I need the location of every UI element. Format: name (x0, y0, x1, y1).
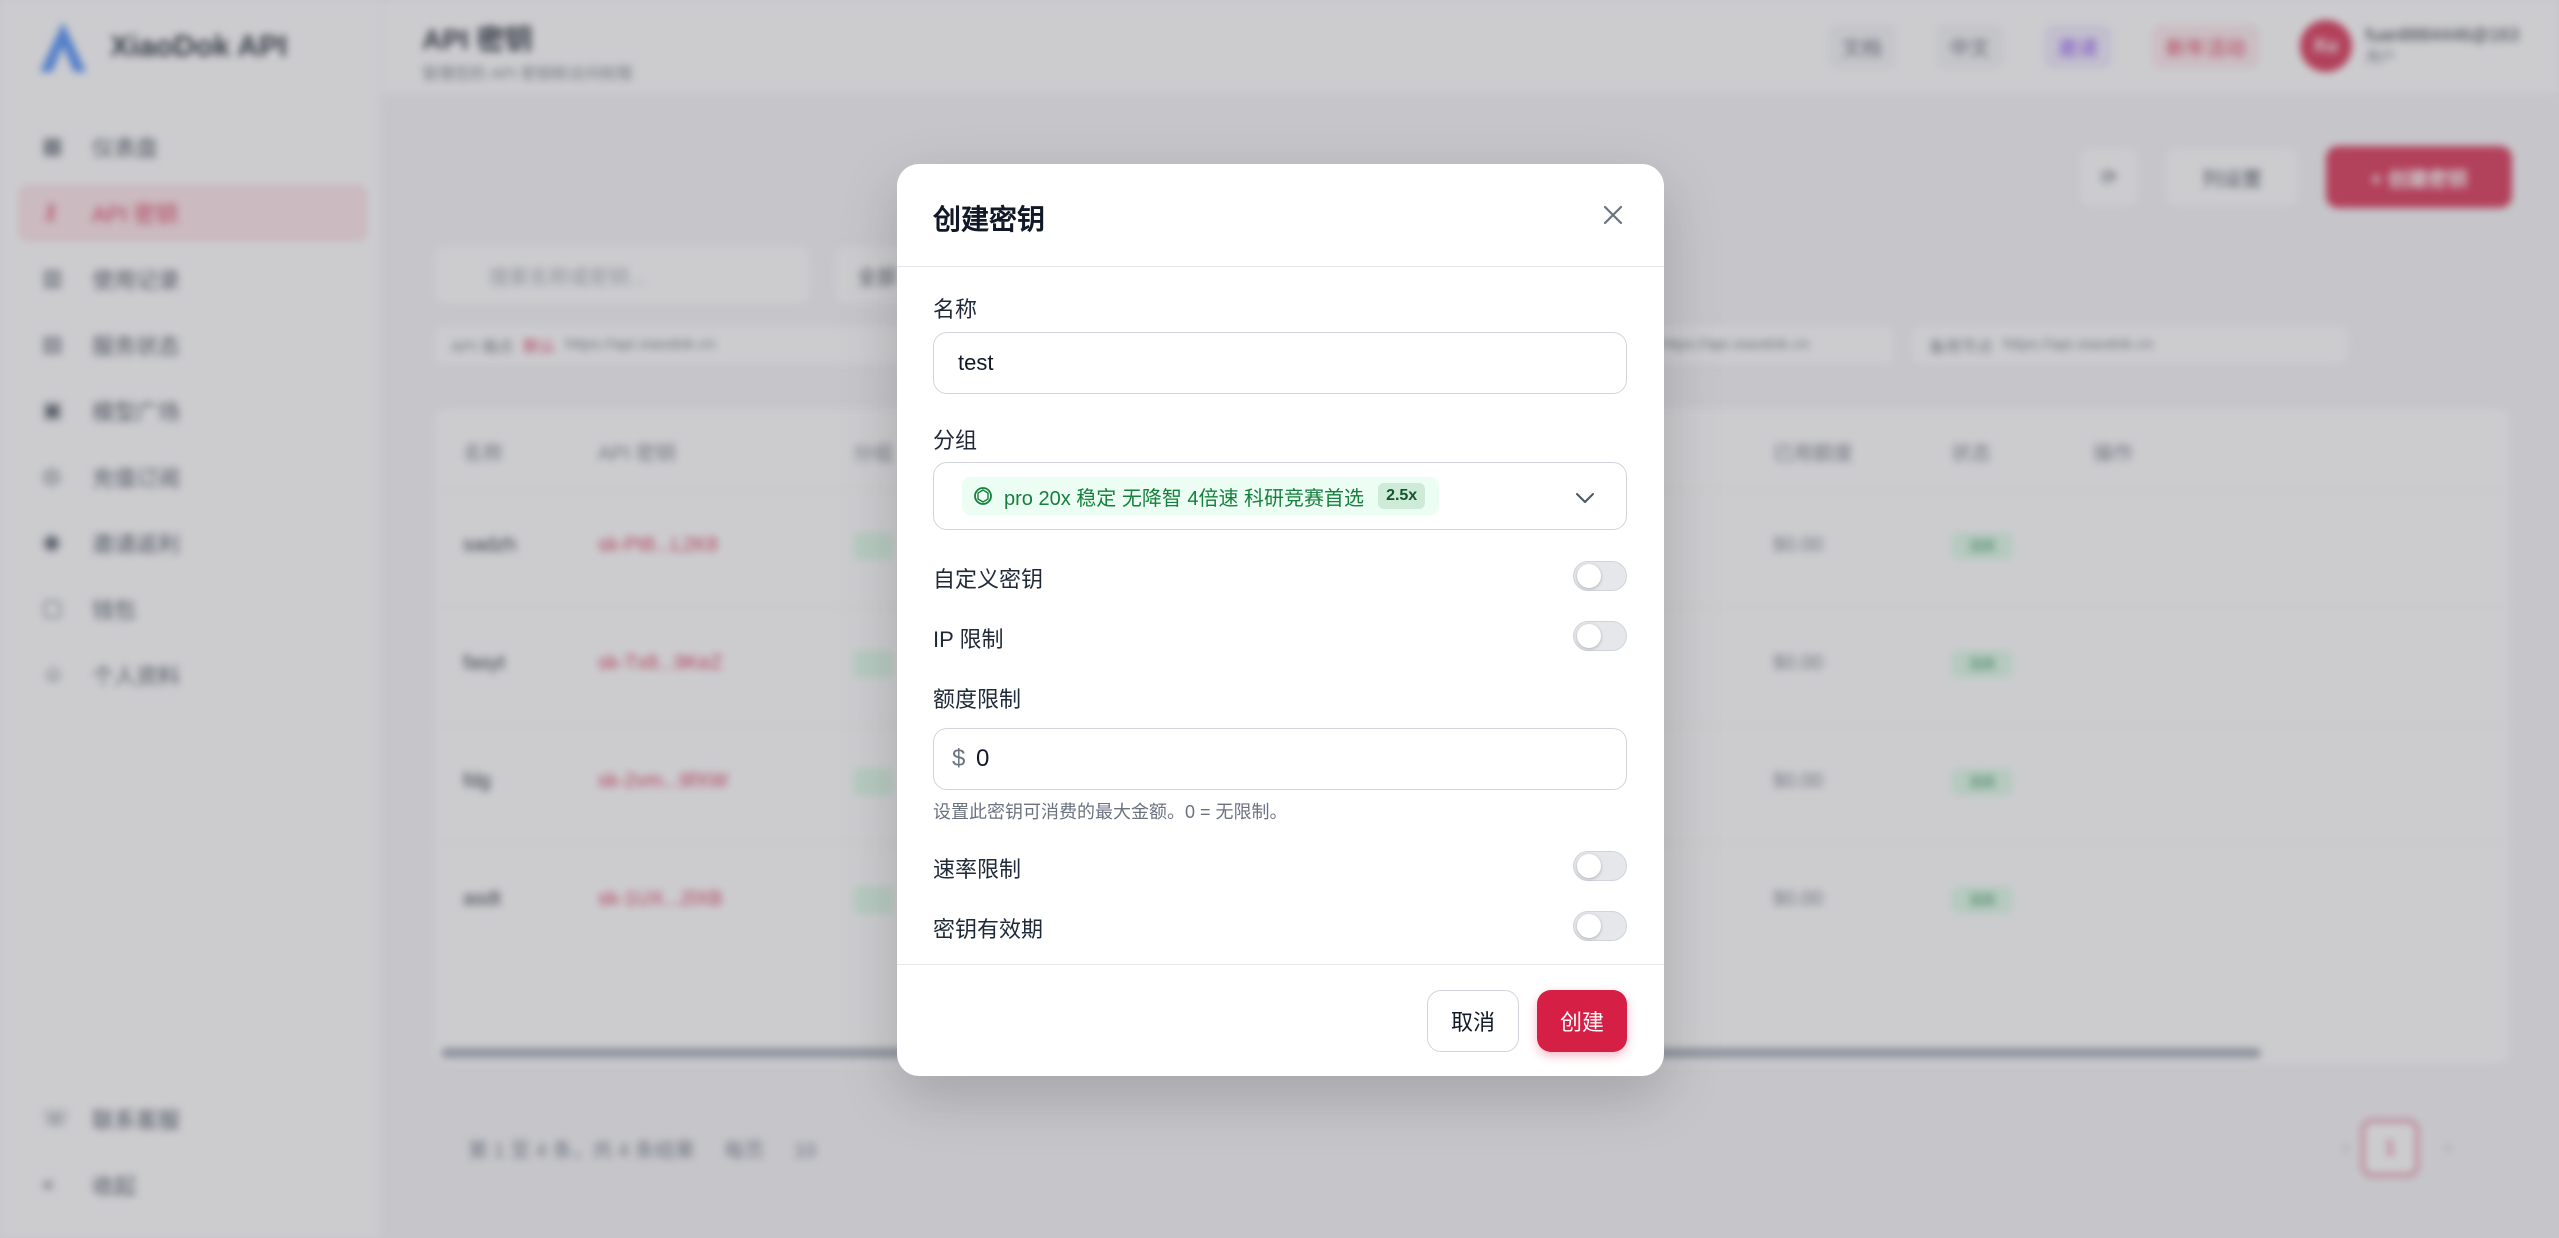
group-select[interactable]: pro 20x 稳定 无降智 4倍速 科研竞赛首选 2.5x (933, 462, 1627, 530)
rate-limit-label: 速率限制 (933, 857, 1022, 882)
toggle-knob (1577, 564, 1601, 588)
ip-limit-toggle[interactable] (1573, 621, 1627, 651)
create-key-modal: 创建密钥 名称 分组 pro 20x 稳定 无降智 4倍速 科研竞赛首选 2.5… (897, 164, 1664, 1076)
custom-key-toggle[interactable] (1573, 561, 1627, 591)
custom-key-label: 自定义密钥 (933, 567, 1044, 592)
openai-logo-icon (974, 487, 992, 505)
quota-hint: 设置此密钥可消费的最大金额。0 = 无限制。 (933, 802, 1288, 822)
group-label: 分组 (933, 428, 978, 453)
quota-label: 额度限制 (933, 687, 1022, 712)
toggle-knob (1577, 854, 1601, 878)
quota-value: 0 (976, 745, 990, 772)
rate-limit-toggle[interactable] (1573, 851, 1627, 881)
group-tag: pro 20x 稳定 无降智 4倍速 科研竞赛首选 2.5x (962, 477, 1440, 515)
name-label: 名称 (933, 297, 978, 322)
modal-title: 创建密钥 (933, 204, 1046, 235)
currency-prefix: $ (952, 745, 966, 772)
group-name: pro 20x 稳定 无降智 4倍速 科研竞赛首选 (1004, 487, 1365, 510)
modal-header: 创建密钥 (897, 164, 1664, 267)
create-button[interactable]: 创建 (1537, 990, 1627, 1052)
group-ratio-badge: 2.5x (1378, 483, 1426, 509)
toggle-knob (1577, 914, 1601, 938)
expiry-toggle[interactable] (1573, 911, 1627, 941)
quota-input[interactable]: $ 0 (933, 728, 1627, 790)
toggle-knob (1577, 624, 1601, 648)
cancel-button[interactable]: 取消 (1427, 990, 1519, 1052)
chevron-down-icon (1576, 493, 1594, 503)
expiry-label: 密钥有效期 (933, 917, 1044, 942)
modal-footer: 取消 创建 (897, 964, 1664, 1076)
name-input[interactable] (933, 332, 1627, 394)
ip-limit-label: IP 限制 (933, 627, 1004, 652)
close-icon[interactable] (1598, 200, 1628, 230)
